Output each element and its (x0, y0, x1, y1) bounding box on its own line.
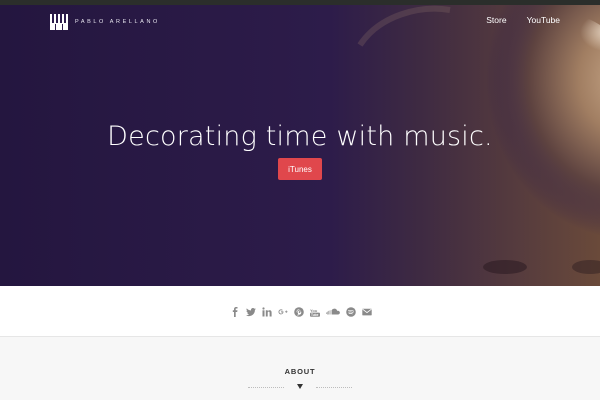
social-links-bar: You Tube (0, 286, 600, 337)
about-title: ABOUT (284, 367, 316, 376)
youtube-icon[interactable]: You Tube (307, 306, 323, 318)
nav-links: Store YouTube (486, 15, 560, 25)
divider-dots-left (248, 387, 284, 388)
itunes-button[interactable]: iTunes (278, 158, 322, 180)
nav-link-store[interactable]: Store (486, 15, 506, 25)
section-divider (248, 384, 352, 392)
caret-down-icon (297, 384, 303, 389)
brand[interactable]: PABLO ARELLANO (50, 13, 160, 31)
hero-headline: Decorating time with music. (107, 121, 493, 152)
top-navigation: PABLO ARELLANO Store YouTube (0, 5, 600, 39)
spotify-icon[interactable] (343, 306, 359, 318)
email-icon[interactable] (359, 306, 375, 318)
soundcloud-icon[interactable] (323, 306, 343, 318)
facebook-icon[interactable] (227, 306, 243, 318)
divider-dots-right (316, 387, 352, 388)
nav-link-youtube[interactable]: YouTube (527, 15, 560, 25)
google-plus-icon[interactable] (275, 306, 291, 318)
social-icons: You Tube (227, 306, 375, 318)
svg-text:Tube: Tube (311, 313, 319, 317)
twitter-icon[interactable] (243, 306, 259, 318)
linkedin-icon[interactable] (259, 306, 275, 318)
about-section: ABOUT (0, 338, 600, 400)
hero-section: PABLO ARELLANO Store YouTube Decorating … (0, 5, 600, 286)
pinterest-icon[interactable] (291, 306, 307, 318)
piano-keys-icon (50, 14, 68, 30)
brand-name: PABLO ARELLANO (75, 19, 160, 25)
